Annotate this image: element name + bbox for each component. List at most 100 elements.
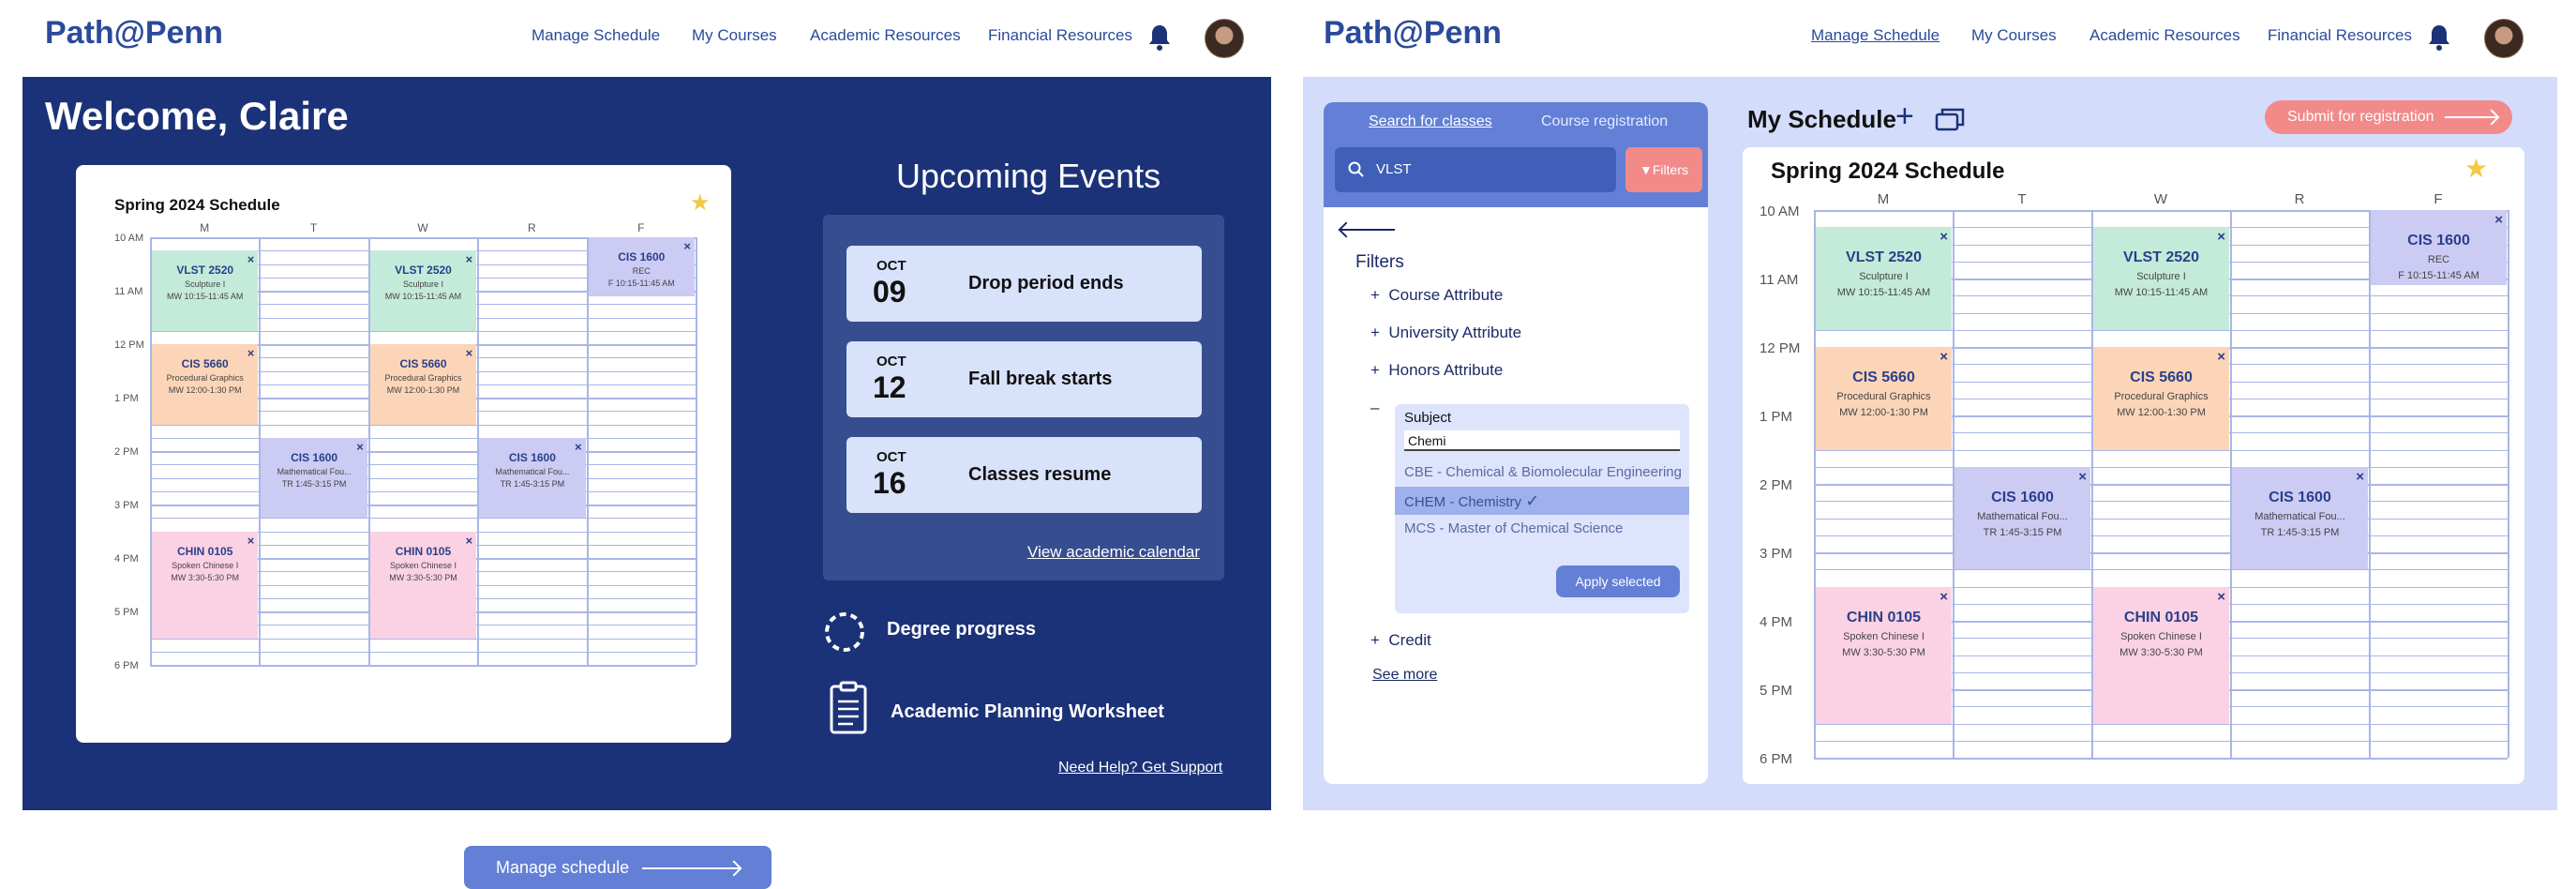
back-arrow-icon[interactable]	[1340, 229, 1395, 231]
avatar[interactable]	[2484, 19, 2524, 58]
class-block[interactable]: × CIS 1600 REC F 10:15-11:45 AM	[2371, 210, 2507, 286]
remove-icon[interactable]: ×	[2078, 469, 2087, 485]
nav-my-courses[interactable]: My Courses	[692, 26, 777, 45]
remove-icon[interactable]: ×	[2217, 229, 2225, 245]
nav-academic-resources[interactable]: Academic Resources	[810, 26, 961, 45]
class-block[interactable]: × CIS 1600 Mathematical Fou... TR 1:45-3:15…	[1954, 466, 2090, 570]
course-name: Procedural Graphics	[166, 373, 244, 383]
remove-icon[interactable]: ×	[2356, 469, 2364, 485]
apply-selected-button[interactable]: Apply selected	[1556, 565, 1680, 597]
class-block[interactable]: × VLST 2520 Sculpture I MW 10:15-11:45 AM	[1816, 227, 1952, 330]
tab-search-classes[interactable]: Search for classes	[1369, 113, 1492, 130]
course-time: TR 1:45-3:15 PM	[1983, 526, 2062, 538]
nav-manage-schedule[interactable]: Manage Schedule	[1811, 26, 1939, 45]
grid-line	[1814, 535, 2508, 536]
nav-financial-resources[interactable]: Financial Resources	[988, 26, 1132, 45]
remove-icon[interactable]: ×	[2217, 589, 2225, 605]
course-code: CIS 1600	[2407, 233, 2470, 249]
course-time: MW 10:15-11:45 AM	[167, 292, 244, 302]
remove-icon[interactable]: ×	[466, 252, 473, 266]
event-month: OCT	[876, 354, 906, 369]
event-card[interactable]: OCT 16 Classes resume	[846, 437, 1202, 513]
class-block[interactable]: × CIS 5660 Procedural Graphics MW 12:00-1:3…	[369, 344, 477, 425]
attribute-filter[interactable]: + University Attribute	[1370, 324, 1521, 342]
course-name: Sculpture I	[2136, 271, 2186, 283]
class-block[interactable]: × CHIN 0105 Spoken Chinese I MW 3:30-5:30 P…	[152, 531, 259, 639]
filters-button[interactable]: ▼Filters	[1625, 147, 1702, 192]
class-block[interactable]: × VLST 2520 Sculpture I MW 10:15-11:45 AM	[369, 250, 477, 331]
subject-search-input[interactable]: Chemi	[1404, 430, 1680, 451]
add-icon[interactable]: +	[1895, 100, 1914, 132]
remove-icon[interactable]: ×	[356, 440, 364, 454]
remove-icon[interactable]: ×	[683, 239, 691, 253]
course-time: F 10:15-11:45 AM	[607, 279, 675, 288]
time-label: 10 AM	[114, 232, 144, 244]
home-screen: Path@Penn Manage Schedule My Courses Aca…	[0, 0, 1271, 889]
attribute-filter[interactable]: + Course Attribute	[1370, 286, 1503, 305]
see-more-link[interactable]: See more	[1372, 667, 1437, 684]
remove-icon[interactable]: ×	[466, 534, 473, 548]
remove-icon[interactable]: ×	[1939, 229, 1948, 245]
class-block[interactable]: × CIS 1600 Mathematical Fou... TR 1:45-3:15…	[2232, 466, 2368, 570]
class-block[interactable]: × CIS 1600 Mathematical Fou... TR 1:45-3:15…	[261, 437, 367, 519]
nav-financial-resources[interactable]: Financial Resources	[2268, 26, 2412, 45]
remove-icon[interactable]: ×	[247, 252, 255, 266]
remove-icon[interactable]: ×	[247, 346, 255, 360]
event-card[interactable]: OCT 09 Drop period ends	[846, 246, 1202, 322]
remove-icon[interactable]: ×	[1939, 349, 1948, 365]
logo[interactable]: Path@Penn	[1324, 15, 1502, 52]
class-block[interactable]: × CIS 1600 REC F 10:15-11:45 AM	[588, 237, 695, 296]
class-block[interactable]: × CHIN 0105 Spoken Chinese I MW 3:30-5:30 P…	[369, 531, 477, 639]
class-block[interactable]: × CIS 1600 Mathematical Fou... TR 1:45-3:15…	[479, 437, 586, 519]
subject-option[interactable]: MCS - Master of Chemical Science	[1395, 515, 1689, 543]
attribute-label: Course Attribute	[1388, 286, 1504, 304]
nav-my-courses[interactable]: My Courses	[1971, 26, 2057, 45]
subject-option-selected[interactable]: CHEM - Chemistry ✓	[1395, 487, 1689, 515]
logo[interactable]: Path@Penn	[45, 15, 223, 52]
collapse-icon[interactable]: –	[1370, 399, 1379, 417]
remove-icon[interactable]: ×	[575, 440, 582, 454]
class-block[interactable]: × CHIN 0105 Spoken Chinese I MW 3:30-5:30 P…	[2093, 586, 2229, 724]
remove-icon[interactable]: ×	[2494, 212, 2503, 228]
credit-label: Credit	[1388, 631, 1431, 649]
course-code: CHIN 0105	[177, 544, 233, 558]
nav-academic-resources[interactable]: Academic Resources	[2089, 26, 2240, 45]
attribute-filter[interactable]: + Honors Attribute	[1370, 361, 1503, 380]
welcome-heading: Welcome, Claire	[45, 94, 349, 138]
copy-schedule-icon[interactable]	[1935, 107, 1965, 131]
course-time: MW 12:00-1:30 PM	[168, 385, 242, 395]
subject-option[interactable]: CBE - Chemical & Biomolecular Engineerin…	[1395, 459, 1689, 487]
manage-schedule-label: Manage schedule	[496, 858, 630, 877]
star-icon[interactable]: ★	[2464, 153, 2488, 184]
remove-icon[interactable]: ×	[2217, 349, 2225, 365]
worksheet-link[interactable]: Academic Planning Worksheet	[891, 701, 1164, 723]
credit-filter[interactable]: + Credit	[1370, 631, 1431, 650]
tab-course-registration[interactable]: Course registration	[1541, 113, 1668, 130]
degree-progress-link[interactable]: Degree progress	[887, 619, 1036, 640]
event-card[interactable]: OCT 12 Fall break starts	[846, 341, 1202, 417]
class-block[interactable]: × VLST 2520 Sculpture I MW 10:15-11:45 AM	[152, 250, 259, 331]
submit-registration-button[interactable]: Submit for registration	[2265, 100, 2512, 134]
remove-icon[interactable]: ×	[466, 346, 473, 360]
search-input[interactable]: VLST	[1335, 147, 1616, 192]
subject-label: Subject	[1404, 410, 1452, 426]
class-block[interactable]: × CHIN 0105 Spoken Chinese I MW 3:30-5:30 P…	[1816, 586, 1952, 724]
remove-icon[interactable]: ×	[247, 534, 255, 548]
bell-icon[interactable]	[2427, 23, 2451, 52]
class-block[interactable]: × CIS 5660 Procedural Graphics MW 12:00-1:3…	[1816, 347, 1952, 450]
search-icon	[1348, 161, 1364, 177]
star-icon[interactable]: ★	[690, 189, 711, 217]
course-time: MW 10:15-11:45 AM	[1836, 287, 1931, 299]
course-name: Procedural Graphics	[1836, 391, 1931, 402]
manage-schedule-button[interactable]: Manage schedule	[464, 846, 771, 889]
class-block[interactable]: × VLST 2520 Sculpture I MW 10:15-11:45 AM	[2093, 227, 2229, 330]
class-block[interactable]: × CIS 5660 Procedural Graphics MW 12:00-1:3…	[152, 344, 259, 425]
view-calendar-link[interactable]: View academic calendar	[1027, 543, 1200, 562]
nav-manage-schedule[interactable]: Manage Schedule	[532, 26, 660, 45]
help-link[interactable]: Need Help? Get Support	[1058, 760, 1222, 776]
remove-icon[interactable]: ×	[1939, 589, 1948, 605]
bell-icon[interactable]	[1147, 23, 1172, 52]
avatar[interactable]	[1205, 19, 1244, 58]
course-time: MW 12:00-1:30 PM	[386, 385, 460, 395]
class-block[interactable]: × CIS 5660 Procedural Graphics MW 12:00-1:3…	[2093, 347, 2229, 450]
